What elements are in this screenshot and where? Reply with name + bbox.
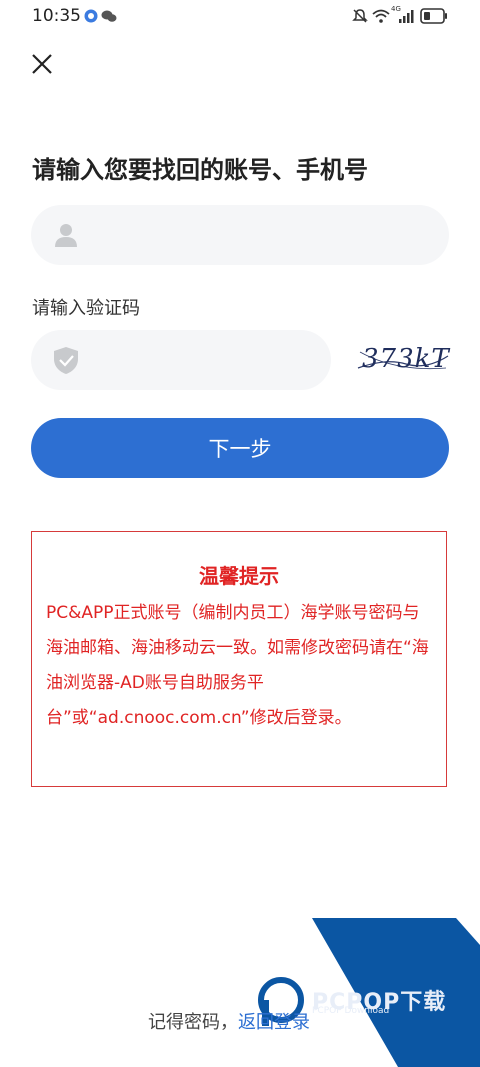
status-bar: 10:35 4G: [0, 0, 480, 32]
account-field[interactable]: [95, 219, 429, 253]
wechat-notification-icon: [101, 10, 117, 22]
notice-body: PC&APP正式账号（编制内员工）海学账号密码与海油邮箱、海油移动云一致。如需修…: [46, 603, 429, 728]
next-button[interactable]: 下一步: [31, 418, 449, 478]
captcha-input[interactable]: [31, 330, 331, 390]
wifi-icon: [372, 9, 390, 23]
battery-icon: [420, 8, 447, 24]
notice-title: 温馨提示: [199, 564, 279, 588]
captcha-field[interactable]: [95, 344, 319, 378]
mute-icon: [352, 9, 368, 23]
watermark-subtitle: PCPOP Download: [312, 1006, 390, 1016]
notice-box: 温馨提示 PC&APP正式账号（编制内员工）海学账号密码与海油邮箱、海油移动云一…: [31, 531, 447, 787]
footer: 记得密码，返回登录: [148, 1008, 310, 1034]
user-icon: [55, 224, 77, 247]
captcha-label: 请输入验证码: [32, 298, 140, 319]
browser-notification-icon: [84, 9, 98, 23]
footer-prefix: 记得密码，: [148, 1012, 238, 1033]
shield-icon: [54, 347, 78, 374]
signal-icon: [399, 10, 414, 23]
page-title: 请输入您要找回的账号、手机号: [32, 156, 368, 184]
status-time: 10:35: [32, 6, 81, 26]
back-to-login-link[interactable]: 返回登录: [238, 1012, 310, 1033]
close-icon[interactable]: [28, 50, 56, 78]
captcha-image[interactable]: 373kT: [356, 338, 450, 382]
account-input[interactable]: [31, 205, 449, 265]
captcha-text: 373kT: [362, 344, 450, 374]
